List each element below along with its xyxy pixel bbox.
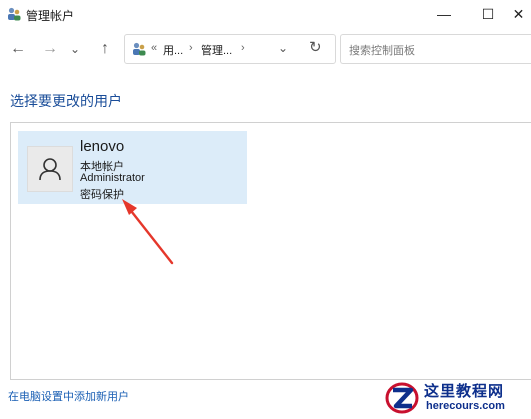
breadcrumb-item-user-accounts[interactable]: 用... bbox=[163, 42, 183, 58]
breadcrumb-overflow[interactable]: « bbox=[151, 42, 157, 54]
back-button[interactable]: ← bbox=[8, 38, 28, 60]
forward-button[interactable]: → bbox=[40, 38, 60, 60]
up-button[interactable]: ↑ bbox=[95, 38, 115, 60]
watermark-cn-text: 这里教程网 bbox=[424, 383, 505, 400]
address-bar[interactable]: « 用... › 管理... › bbox=[124, 34, 336, 64]
breadcrumb-item-manage-accounts[interactable]: 管理... bbox=[201, 42, 232, 58]
close-button[interactable]: ✕ bbox=[506, 0, 531, 28]
refresh-icon[interactable]: ↻ bbox=[309, 38, 322, 56]
recent-locations-button[interactable]: ⌄ bbox=[68, 38, 82, 60]
address-dropdown-icon[interactable]: ⌄ bbox=[278, 41, 288, 55]
search-placeholder: 搜索控制面板 bbox=[349, 45, 415, 57]
breadcrumb-separator: › bbox=[189, 42, 193, 54]
avatar bbox=[27, 146, 73, 192]
title-bar: 管理帐户 — ☐ ✕ bbox=[0, 0, 531, 28]
back-arrow-icon: ← bbox=[10, 40, 26, 57]
user-name: lenovo bbox=[80, 138, 125, 155]
users-folder-icon bbox=[133, 42, 146, 56]
search-input[interactable]: 搜索控制面板 bbox=[340, 34, 531, 64]
minimize-button[interactable]: — bbox=[424, 0, 464, 28]
forward-arrow-icon: → bbox=[42, 40, 58, 57]
add-new-user-link[interactable]: 在电脑设置中添加新用户 bbox=[8, 388, 129, 404]
user-password-status: 密码保护 bbox=[80, 189, 124, 201]
user-silhouette-icon bbox=[39, 158, 61, 181]
chevron-down-icon: ⌄ bbox=[69, 42, 81, 56]
up-arrow-icon: ↑ bbox=[101, 40, 109, 57]
maximize-icon: ☐ bbox=[481, 5, 495, 22]
breadcrumb-separator: › bbox=[241, 42, 245, 54]
watermark-logo-icon bbox=[385, 382, 419, 414]
watermark-en-text: herecours.com bbox=[426, 400, 505, 412]
window-title: 管理帐户 bbox=[26, 9, 75, 23]
close-icon: ✕ bbox=[512, 5, 525, 22]
minimize-icon: — bbox=[437, 6, 451, 22]
users-app-icon bbox=[8, 7, 21, 21]
watermark: 这里教程网 herecours.com bbox=[380, 378, 531, 419]
page-title: 选择要更改的用户 bbox=[10, 93, 122, 109]
user-role: Administrator bbox=[80, 172, 145, 184]
maximize-button[interactable]: ☐ bbox=[468, 0, 508, 28]
